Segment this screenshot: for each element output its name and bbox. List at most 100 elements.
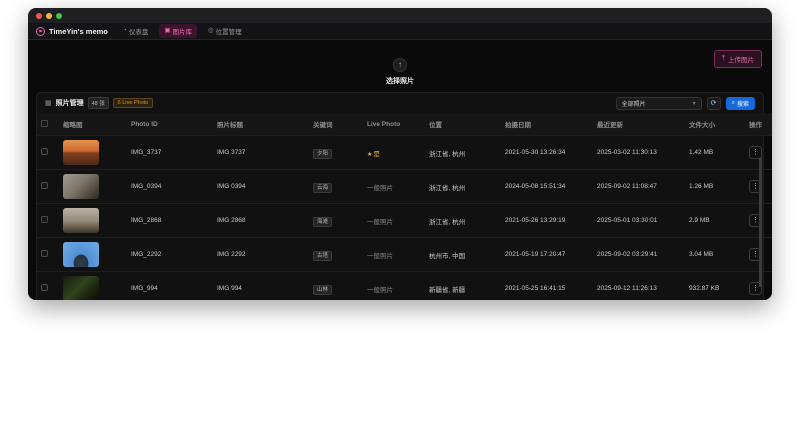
live-photo-count-badge: 6 Live Photo [113, 98, 154, 108]
upload-icon: ⤒ [722, 55, 725, 63]
row-checkbox[interactable] [41, 250, 48, 257]
photo-title: IMG 994 [217, 285, 242, 292]
photo-thumbnail[interactable] [63, 208, 99, 233]
header-thumbnail: 缩略图 [59, 113, 127, 136]
updated-date: 2025-05-01 03:30:01 [597, 217, 657, 224]
nav-item-gallery[interactable]: ▣ 图片库 [159, 24, 197, 38]
row-checkbox[interactable] [41, 148, 48, 155]
keyword-badge: 夕阳 [313, 149, 332, 159]
nav-item-locations[interactable]: ◎ 位置管理 [203, 24, 247, 38]
star-icon: ★ [367, 152, 372, 158]
header-keyword: 关键词 [309, 113, 363, 136]
toolbar-left: ▦ 照片管理 48 张 6 Live Photo [45, 97, 153, 109]
photo-thumbnail[interactable] [63, 276, 99, 300]
ellipsis-icon: ⋮ [752, 251, 759, 258]
table-row: IMG_3737 IMG 3737 夕阳 ★是 浙江省, 杭州 2021-05-30 13… [37, 136, 772, 170]
main-content: ⤒ 上传图片 ↑ 选择照片 支持 JPEG、PNG、HEIC 格式图片，以及 M… [28, 40, 772, 300]
file-size: 1.42 MB [689, 149, 713, 156]
keyword-badge: 海滩 [313, 217, 332, 227]
header-photo-id: Photo ID [127, 113, 213, 136]
shot-date: 2021-05-25 16:41:15 [505, 285, 565, 292]
upload-button-label: 上传图片 [728, 54, 754, 64]
upload-photos-button[interactable]: ⤒ 上传图片 [714, 50, 762, 68]
header-shot-date: 拍摄日期 [501, 113, 593, 136]
photo-id: IMG_0394 [131, 183, 161, 190]
photo-thumbnail[interactable] [63, 174, 99, 199]
dashboard-icon: ◔ [123, 28, 127, 35]
live-photo-no: 一般照片 [367, 253, 393, 260]
photo-id: IMG_3737 [131, 149, 161, 156]
photo-filter-select[interactable]: 全部照片 ▾ [616, 97, 702, 110]
photo-location: 浙江省, 杭州 [429, 219, 465, 226]
photo-location: 浙江省, 杭州 [429, 151, 465, 158]
app-window: TimeYin's memo ◔ 仪表盘 ▣ 图片库 ◎ 位置管理 ⤒ 上传图片… [28, 8, 772, 300]
image-icon: ▣ [164, 28, 170, 35]
file-size: 1.26 MB [689, 183, 713, 190]
photo-count-badge: 48 张 [88, 97, 109, 109]
table-scrollbar[interactable] [759, 157, 762, 287]
table-row: IMG_0394IMG 0394云海一般照片浙江省, 杭州2024-05-08 … [37, 170, 772, 204]
nav-item-label: 仪表盘 [129, 26, 149, 36]
shot-date: 2021-05-30 13:26:34 [505, 149, 565, 156]
updated-date: 2025-09-02 11:08:47 [597, 183, 657, 190]
search-icon: ⌕ [732, 100, 735, 107]
nav-item-label: 位置管理 [216, 26, 242, 36]
photo-id: IMG_2292 [131, 251, 161, 258]
photo-title: IMG 2292 [217, 251, 246, 258]
close-window-button[interactable] [36, 13, 42, 19]
ellipsis-icon: ⋮ [752, 183, 759, 190]
photo-location: 新疆省, 新疆 [429, 287, 465, 294]
header-updated: 最近更新 [593, 113, 685, 136]
live-photo-no: 一般照片 [367, 185, 393, 192]
photo-location: 浙江省, 杭州 [429, 185, 465, 192]
ellipsis-icon: ⋮ [752, 285, 759, 292]
ellipsis-icon: ⋮ [752, 217, 759, 224]
row-checkbox[interactable] [41, 216, 48, 223]
header-live-photo: Live Photo [363, 113, 425, 136]
table-row: IMG_2868IMG 2868海滩一般照片浙江省, 杭州2021-05-26 … [37, 204, 772, 238]
table-header-row: 缩略图 Photo ID 照片标题 关键词 Live Photo 位置 拍摄日期… [37, 113, 772, 136]
row-checkbox[interactable] [41, 182, 48, 189]
updated-date: 2025-09-12 11:26:13 [597, 285, 657, 292]
chevron-down-icon: ▾ [693, 100, 696, 107]
search-button-label: 搜索 [737, 99, 749, 108]
header-file-size: 文件大小 [685, 113, 745, 136]
nav-items: ◔ 仪表盘 ▣ 图片库 ◎ 位置管理 [118, 24, 247, 38]
file-size: 932.87 KB [689, 285, 719, 292]
keyword-badge: 古塔 [313, 251, 332, 261]
toolbar-right: 全部照片 ▾ ⟳ ⌕ 搜索 [616, 97, 755, 110]
nav-item-label: 图片库 [172, 26, 192, 36]
shot-date: 2024-05-08 15:51:34 [505, 183, 565, 190]
search-button[interactable]: ⌕ 搜索 [726, 97, 755, 110]
upload-dropzone[interactable]: ↑ 选择照片 支持 JPEG、PNG、HEIC 格式图片，以及 MOV 格式 L… [28, 40, 772, 100]
live-photo-no: 一般照片 [367, 287, 393, 294]
updated-date: 2025-09-02 03:29:41 [597, 251, 657, 258]
photo-management-panel: ▦ 照片管理 48 张 6 Live Photo 全部照片 ▾ ⟳ ⌕ 搜索 [36, 92, 764, 300]
photo-title: IMG 3737 [217, 149, 246, 156]
table-row: IMG_994IMG 994山林一般照片新疆省, 新疆2021-05-25 16… [37, 272, 772, 301]
keyword-badge: 山林 [313, 285, 332, 295]
ellipsis-icon: ⋮ [752, 149, 759, 156]
keyword-badge: 云海 [313, 183, 332, 193]
photo-id: IMG_2868 [131, 217, 161, 224]
panel-title: 照片管理 [56, 98, 84, 108]
header-title: 照片标题 [213, 113, 309, 136]
nav-item-dashboard[interactable]: ◔ 仪表盘 [118, 24, 153, 38]
panel-toolbar: ▦ 照片管理 48 张 6 Live Photo 全部照片 ▾ ⟳ ⌕ 搜索 [37, 93, 763, 113]
row-checkbox[interactable] [41, 284, 48, 291]
minimize-window-button[interactable] [46, 13, 52, 19]
photo-thumbnail[interactable] [63, 140, 99, 165]
refresh-button[interactable]: ⟳ [707, 97, 721, 110]
photo-table: 缩略图 Photo ID 照片标题 关键词 Live Photo 位置 拍摄日期… [37, 113, 772, 300]
live-photo-yes: ★是 [367, 151, 380, 158]
maximize-window-button[interactable] [56, 13, 62, 19]
shot-date: 2021-05-26 13:29:19 [505, 217, 565, 224]
map-pin-icon: ◎ [208, 28, 214, 35]
photo-thumbnail[interactable] [63, 242, 99, 267]
shot-date: 2021-05-19 17:20:47 [505, 251, 565, 258]
filter-selected-value: 全部照片 [622, 99, 646, 108]
refresh-icon: ⟳ [711, 100, 717, 107]
select-all-checkbox[interactable] [41, 120, 48, 127]
grid-icon: ▦ [45, 99, 52, 107]
cloud-upload-icon: ↑ [393, 58, 407, 72]
